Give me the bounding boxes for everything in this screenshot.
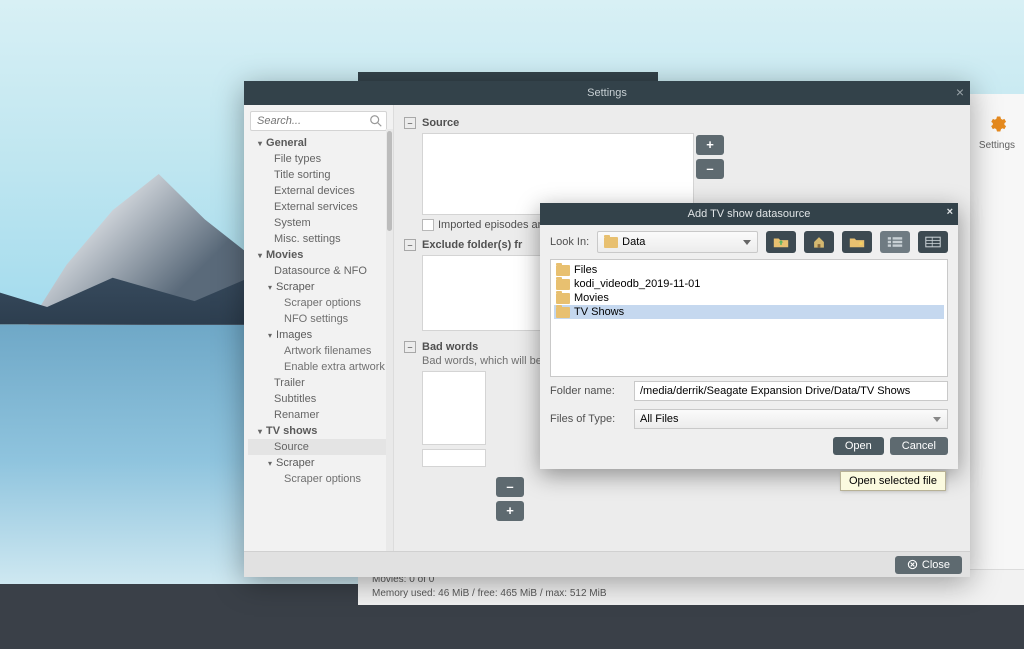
close-icon[interactable]: × (956, 85, 964, 99)
new-folder-button[interactable] (842, 231, 872, 253)
tree-misc[interactable]: Misc. settings (248, 231, 393, 247)
tree-tvshows[interactable]: TV shows (248, 423, 393, 439)
right-tab-settings[interactable]: Settings (970, 140, 1024, 151)
add-badword-button[interactable]: + (496, 501, 524, 521)
chevron-down-icon (933, 417, 941, 422)
imported-label: Imported episodes ar (438, 219, 541, 231)
tree-external-devices[interactable]: External devices (248, 183, 393, 199)
close-button[interactable]: Close (895, 556, 962, 574)
tree-tv-source[interactable]: Source (248, 439, 393, 455)
collapse-icon[interactable]: – (404, 341, 416, 353)
section-source: –Source (404, 117, 960, 129)
cancel-button[interactable]: Cancel (890, 437, 948, 455)
lookin-label: Look In: (550, 236, 589, 248)
folder-name-input[interactable] (634, 381, 948, 401)
tree-file-types[interactable]: File types (248, 151, 393, 167)
tooltip: Open selected file (840, 471, 946, 491)
folder-icon (556, 307, 570, 318)
tree-subtitles[interactable]: Subtitles (248, 391, 393, 407)
tree-nfo-settings[interactable]: NFO settings (248, 311, 393, 327)
tree-external-services[interactable]: External services (248, 199, 393, 215)
folder-name-label: Folder name: (550, 385, 626, 397)
chevron-down-icon (743, 240, 751, 245)
file-list[interactable]: Files kodi_videodb_2019-11-01 Movies TV … (550, 259, 948, 377)
tree-scraper-options[interactable]: Scraper options (248, 295, 393, 311)
home-button[interactable] (804, 231, 834, 253)
folder-icon (604, 237, 618, 248)
up-folder-button[interactable] (766, 231, 796, 253)
imported-checkbox[interactable] (422, 219, 434, 231)
add-source-button[interactable]: + (696, 135, 724, 155)
tree-movies-scraper[interactable]: Scraper (248, 279, 393, 295)
close-icon[interactable]: × (947, 206, 953, 218)
right-tabbar: Settings (970, 94, 1024, 602)
collapse-icon[interactable]: – (404, 117, 416, 129)
tree-system[interactable]: System (248, 215, 393, 231)
remove-source-button[interactable]: – (696, 159, 724, 179)
tree-datasource-nfo[interactable]: Datasource & NFO (248, 263, 393, 279)
settings-sidebar: General File types Title sorting Externa… (244, 105, 394, 551)
status-memory: Memory used: 46 MiB / free: 465 MiB / ma… (372, 587, 1010, 601)
file-dialog: Add TV show datasource × Look In: Data F… (540, 203, 958, 469)
file-entry[interactable]: kodi_videodb_2019-11-01 (554, 277, 944, 291)
file-entry-selected[interactable]: TV Shows (554, 305, 944, 319)
tree-general[interactable]: General (248, 135, 393, 151)
lookin-combo[interactable]: Data (597, 231, 758, 253)
remove-badword-button[interactable]: – (496, 477, 524, 497)
files-of-type-select[interactable]: All Files (634, 409, 948, 429)
folder-icon (556, 293, 570, 304)
file-dialog-title: Add TV show datasource (688, 208, 811, 220)
file-dialog-titlebar[interactable]: Add TV show datasource × (540, 203, 958, 225)
folder-icon (556, 279, 570, 290)
files-of-type-label: Files of Type: (550, 413, 626, 425)
tree-images[interactable]: Images (248, 327, 393, 343)
tree-tv-scraper[interactable]: Scraper (248, 455, 393, 471)
settings-tree: General File types Title sorting Externa… (248, 135, 393, 487)
tree-renamer[interactable]: Renamer (248, 407, 393, 423)
file-entry[interactable]: Movies (554, 291, 944, 305)
list-view-button[interactable] (880, 231, 910, 253)
search-icon[interactable] (369, 114, 383, 128)
tree-title-sorting[interactable]: Title sorting (248, 167, 393, 183)
details-view-button[interactable] (918, 231, 948, 253)
file-entry[interactable]: Files (554, 263, 944, 277)
folder-icon (556, 265, 570, 276)
tree-enable-extra-artwork[interactable]: Enable extra artwork (248, 359, 393, 375)
search-input[interactable] (250, 111, 387, 131)
settings-title: Settings (587, 87, 627, 99)
tree-artwork-filenames[interactable]: Artwork filenames (248, 343, 393, 359)
badword-input[interactable] (422, 449, 486, 467)
badwords-list[interactable] (422, 371, 486, 445)
open-button[interactable]: Open (833, 437, 884, 455)
settings-titlebar[interactable]: Settings × (244, 81, 970, 105)
tree-tv-scraper-options[interactable]: Scraper options (248, 471, 393, 487)
tree-trailer[interactable]: Trailer (248, 375, 393, 391)
scrollbar-thumb[interactable] (387, 135, 392, 231)
collapse-icon[interactable]: – (404, 239, 416, 251)
tree-movies[interactable]: Movies (248, 247, 393, 263)
gear-icon[interactable] (970, 114, 1024, 134)
